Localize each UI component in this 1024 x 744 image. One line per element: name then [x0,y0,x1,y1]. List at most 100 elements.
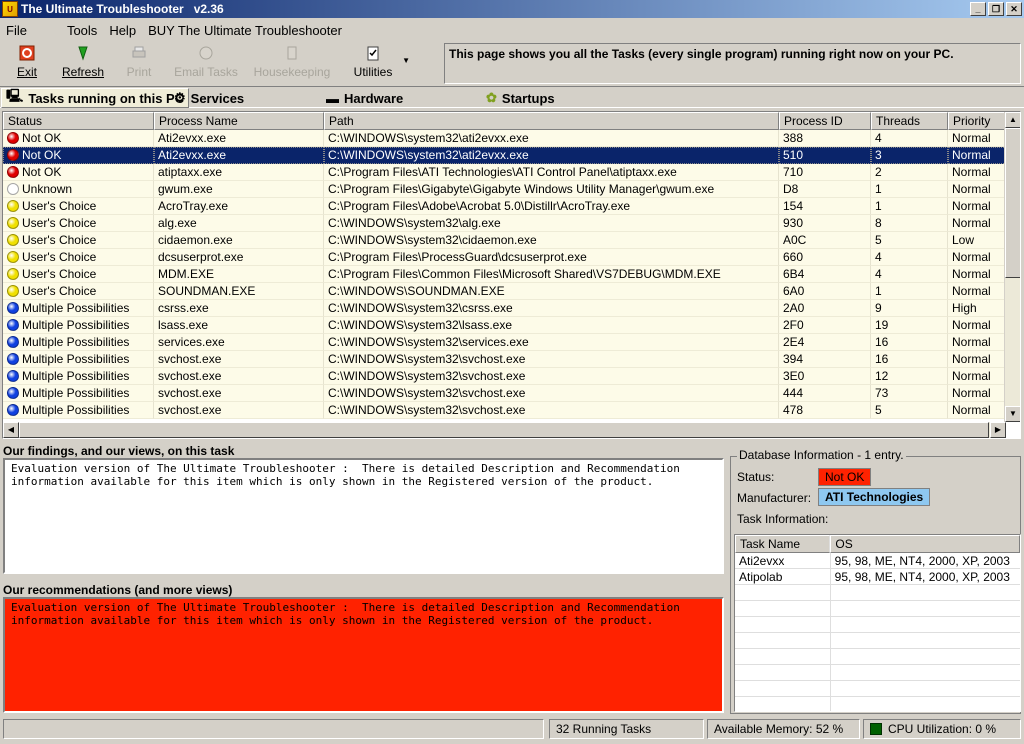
housekeeping-button[interactable]: Housekeeping [246,42,338,84]
exit-button[interactable]: Exit [0,42,54,84]
process-id-cell: 2E4 [779,334,871,351]
task-name-cell [735,617,831,632]
scroll-left-icon[interactable]: ◀ [3,422,19,438]
tab-services[interactable]: ⚙ Services [170,88,248,108]
priority-cell: Normal [948,249,1006,266]
table-row[interactable]: User's Choice SOUNDMAN.EXE C:\WINDOWS\SOUN… [3,283,1006,300]
table-row[interactable]: Not OK atiptaxx.exe C:\Program Files\ATI T… [3,164,1006,181]
horizontal-scrollbar[interactable]: ◀ ▶ [3,422,1006,438]
recommendations-text[interactable]: Evaluation version of The Ultimate Troub… [3,597,724,713]
email-tasks-button[interactable]: Email Tasks [166,42,246,84]
process-id-cell: D8 [779,181,871,198]
print-button[interactable]: Print [112,42,166,84]
refresh-button[interactable]: Refresh [54,42,112,84]
table-row[interactable]: User's Choice MDM.EXE C:\Program Files\Com… [3,266,1006,283]
task-info-row[interactable] [735,649,1020,665]
db-manufacturer-badge: ATI Technologies [818,488,931,506]
path-cell: C:\WINDOWS\system32\svchost.exe [324,402,779,419]
menu-file[interactable]: File [0,23,33,38]
status-cell: Not OK [3,164,154,181]
col-header-os[interactable]: OS [830,535,1020,553]
table-row[interactable]: Multiple Possibilities svchost.exe C:\WIND… [3,402,1006,419]
table-row[interactable]: User's Choice alg.exe C:\WINDOWS\system32\… [3,215,1006,232]
table-header: Status Process Name Path Process ID Thre… [3,112,1006,130]
table-row[interactable]: Not OK Ati2evxx.exe C:\WINDOWS\system32\at… [3,130,1006,147]
task-info-row[interactable]: Atipolab 95, 98, ME, NT4, 2000, XP, 2003 [735,569,1020,585]
process-id-cell: 478 [779,402,871,419]
process-name-cell: services.exe [154,334,324,351]
process-name-cell: gwum.exe [154,181,324,198]
table-row[interactable]: User's Choice AcroTray.exe C:\Program File… [3,198,1006,215]
menu-buy[interactable]: BUY The Ultimate Troubleshooter [142,23,348,38]
priority-cell: Normal [948,130,1006,147]
process-name-cell: atiptaxx.exe [154,164,324,181]
tab-tasks[interactable]: 🖳 Tasks running on this PC [1,88,190,108]
scroll-right-icon[interactable]: ▶ [990,422,1006,438]
path-cell: C:\Program Files\Common Files\Microsoft … [324,266,779,283]
running-tasks-count: 32 Running Tasks [549,719,704,739]
col-header-threads[interactable]: Threads [871,112,948,130]
path-cell: C:\WINDOWS\system32\lsass.exe [324,317,779,334]
table-row[interactable]: Multiple Possibilities svchost.exe C:\WIND… [3,351,1006,368]
vertical-scrollbar[interactable]: ▲ ▼ [1004,112,1020,422]
close-button[interactable]: ✕ [1006,2,1022,16]
process-name-cell: SOUNDMAN.EXE [154,283,324,300]
path-cell: C:\WINDOWS\system32\ati2evxx.exe [324,147,779,164]
col-header-status[interactable]: Status [3,112,154,130]
process-name-cell: alg.exe [154,215,324,232]
task-info-row[interactable] [735,617,1020,633]
process-id-cell: 2F0 [779,317,871,334]
table-row[interactable]: Not OK Ati2evxx.exe C:\WINDOWS\system32\at… [3,147,1006,164]
process-name-cell: cidaemon.exe [154,232,324,249]
process-name-cell: svchost.exe [154,402,324,419]
tasks-table[interactable]: Status Process Name Path Process ID Thre… [2,111,1021,439]
task-info-row[interactable] [735,665,1020,681]
priority-cell: Normal [948,181,1006,198]
window-title: The Ultimate Troubleshooter v2.36 [21,2,224,16]
maximize-button[interactable]: ❐ [988,2,1004,16]
minimize-button[interactable]: _ [970,2,986,16]
table-row[interactable]: Multiple Possibilities csrss.exe C:\WINDOW… [3,300,1006,317]
table-row[interactable]: User's Choice dcsuserprot.exe C:\Program F… [3,249,1006,266]
toolbar: Exit Refresh Print Email Tasks Housekeep… [0,42,440,84]
col-header-priority[interactable]: Priority [948,112,1006,130]
utilities-button[interactable]: Utilities ▼ [338,42,410,84]
col-header-task-name[interactable]: Task Name [735,535,831,553]
col-header-path[interactable]: Path [324,112,779,130]
task-info-row[interactable] [735,681,1020,697]
dropdown-arrow-icon[interactable]: ▼ [402,56,410,65]
table-row[interactable]: Multiple Possibilities services.exe C:\WIN… [3,334,1006,351]
task-info-row[interactable] [735,697,1020,711]
horizontal-scroll-thumb[interactable] [19,422,989,438]
path-cell: C:\WINDOWS\system32\csrss.exe [324,300,779,317]
table-row[interactable]: Multiple Possibilities svchost.exe C:\WIND… [3,368,1006,385]
table-row[interactable]: Unknown gwum.exe C:\Program Files\Gigabyte… [3,181,1006,198]
scroll-up-icon[interactable]: ▲ [1005,112,1020,128]
task-info-row[interactable] [735,633,1020,649]
process-id-cell: 660 [779,249,871,266]
task-info-row[interactable] [735,585,1020,601]
process-id-cell: 2A0 [779,300,871,317]
priority-cell: High [948,300,1006,317]
menu-help[interactable]: Help [103,23,142,38]
priority-cell: Normal [948,215,1006,232]
scroll-thumb[interactable] [1005,128,1020,278]
status-dot-icon [7,251,19,263]
task-info-row[interactable] [735,601,1020,617]
table-row[interactable]: User's Choice cidaemon.exe C:\WINDOWS\syst… [3,232,1006,249]
priority-cell: Normal [948,147,1006,164]
tab-hardware[interactable]: ▬ Hardware [322,88,407,108]
table-row[interactable]: Multiple Possibilities lsass.exe C:\WINDOW… [3,317,1006,334]
process-id-cell: 154 [779,198,871,215]
task-name-cell: Ati2evxx [735,553,831,568]
menu-tools[interactable]: Tools [61,23,103,38]
col-header-process-name[interactable]: Process Name [154,112,324,130]
scroll-down-icon[interactable]: ▼ [1005,406,1020,422]
task-info-row[interactable]: Ati2evxx 95, 98, ME, NT4, 2000, XP, 2003 [735,553,1020,569]
col-header-process-id[interactable]: Process ID [779,112,871,130]
tab-startups[interactable]: ✿ Startups [482,88,559,108]
task-info-table[interactable]: Task Name OS Ati2evxx 95, 98, ME, NT4, 20… [734,534,1021,712]
findings-text[interactable]: Evaluation version of The Ultimate Troub… [3,458,724,574]
table-row[interactable]: Multiple Possibilities svchost.exe C:\WIND… [3,385,1006,402]
status-dot-icon [7,183,19,195]
